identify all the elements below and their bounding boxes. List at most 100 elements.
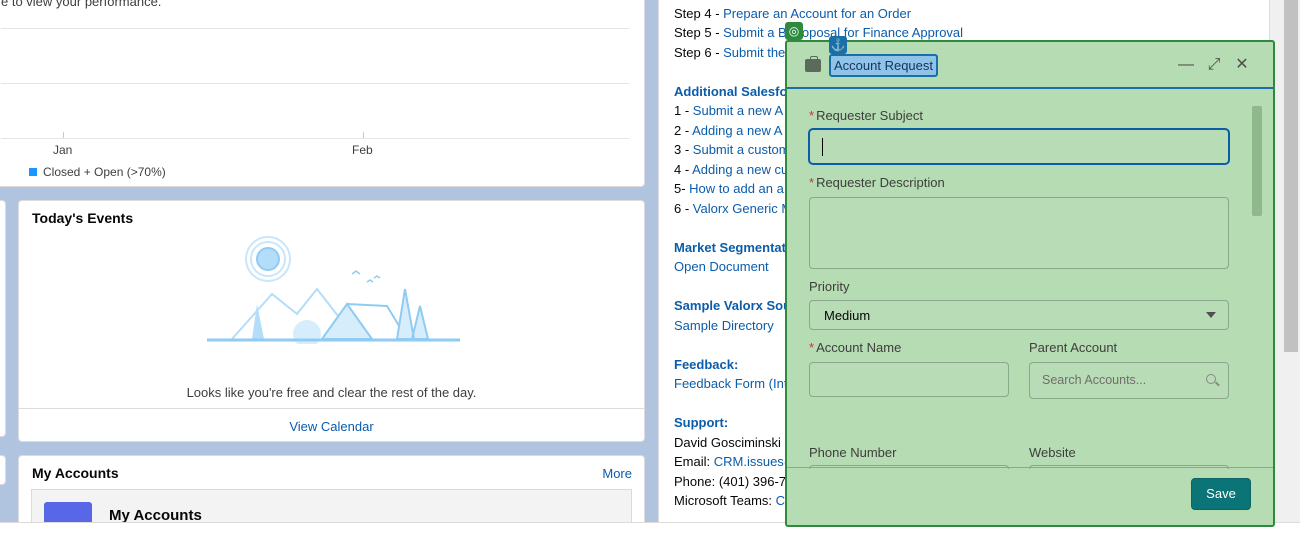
parent-account-placeholder: Search Accounts... — [1042, 373, 1147, 387]
events-empty-message: Looks like you're free and clear the res… — [186, 385, 477, 400]
chart-x-tick — [363, 132, 364, 138]
additional-link-1[interactable]: Submit a new A — [693, 103, 783, 118]
additional-link-2[interactable]: Adding a new A — [692, 123, 782, 138]
minimize-icon[interactable]: — — [1177, 56, 1195, 74]
support-email-line: Email: CRM.issues@ — [674, 454, 797, 469]
parent-account-search[interactable]: Search Accounts... — [1029, 362, 1229, 399]
anchor-icon: ⚓ — [829, 36, 847, 54]
expand-icon[interactable]: ⤢ — [1205, 56, 1223, 74]
item-prefix: 4 - — [674, 162, 693, 177]
chart-gridline — [1, 83, 629, 84]
priority-label: Priority — [809, 279, 850, 294]
additional-link-3[interactable]: Submit a custom — [693, 142, 790, 157]
email-label: Email: — [674, 454, 714, 469]
teams-label: Microsoft Teams: — [674, 493, 776, 508]
step-prefix: Step 6 - — [674, 45, 724, 60]
modal-scrollbar-thumb[interactable] — [1252, 106, 1262, 216]
support-teams-line: Microsoft Teams: Co — [674, 493, 792, 508]
item-prefix: 6 - — [674, 201, 693, 216]
chart-x-tick — [63, 132, 64, 138]
chart-x-label-feb: Feb — [352, 143, 373, 157]
save-button[interactable]: Save — [1191, 478, 1251, 510]
item-prefix: 3 - — [674, 142, 693, 157]
view-calendar-link[interactable]: View Calendar — [289, 419, 373, 434]
step-6-line: Step 6 - Submit the — [674, 45, 785, 60]
step-prefix: Step 5 - — [674, 25, 724, 40]
additional-item: 3 - Submit a custom — [674, 142, 790, 157]
requester-description-textarea[interactable] — [809, 197, 1229, 269]
todays-events-card: Today's Events Looks like you're free an… — [18, 200, 645, 442]
chart-gridline — [1, 28, 629, 29]
legend-label: Closed + Open (>70%) — [43, 165, 166, 179]
additional-link-4[interactable]: Adding a new cu — [692, 162, 788, 177]
close-icon[interactable]: ✕ — [1233, 56, 1251, 74]
phone-number-label: Phone Number — [809, 445, 897, 460]
label-text: Account Name — [816, 340, 902, 355]
open-document-link[interactable]: Open Document — [674, 259, 769, 274]
item-prefix: 5- — [674, 181, 690, 196]
chart-subtitle: e to view your performance. — [1, 0, 162, 9]
additional-item: 1 - Submit a new A — [674, 103, 783, 118]
support-name: David Gosciminski — [674, 435, 781, 450]
partial-card-left — [0, 200, 6, 437]
sample-directory-link[interactable]: Sample Directory — [674, 318, 774, 333]
additional-item: 2 - Adding a new A — [674, 123, 782, 138]
modal-title: Account Request — [829, 54, 939, 77]
chart-x-label-jan: Jan — [53, 143, 73, 157]
target-icon: ◎ — [785, 22, 803, 40]
chart-legend: Closed + Open (>70%) — [29, 165, 166, 179]
chart-axis — [1, 138, 629, 139]
label-text: Requester Description — [816, 175, 945, 190]
label-text: Requester Subject — [816, 108, 924, 123]
feedback-heading: Feedback: — [674, 357, 739, 372]
events-footer: View Calendar — [19, 408, 644, 441]
step-6-link[interactable]: Submit the — [723, 45, 785, 60]
feedback-form-link[interactable]: Feedback Form (Int — [674, 376, 787, 391]
priority-select[interactable]: Medium — [809, 300, 1229, 330]
requester-subject-input[interactable] — [809, 129, 1229, 164]
account-name-input[interactable] — [809, 362, 1009, 397]
website-label: Website — [1029, 445, 1076, 460]
step-prefix: Step 4 - — [674, 6, 724, 21]
additional-item: 4 - Adding a new cu — [674, 162, 788, 177]
briefcase-icon — [805, 56, 821, 72]
priority-value: Medium — [824, 308, 871, 323]
requester-subject-label: * Requester Subject — [809, 108, 923, 123]
modal-scrollbar[interactable] — [1250, 91, 1264, 469]
account-request-modal: Account Request — ⤢ ✕ * Requester Subject… — [785, 40, 1275, 527]
required-mark: * — [809, 175, 815, 190]
text-cursor — [822, 138, 823, 156]
market-heading: Market Segmentat — [674, 240, 786, 255]
additional-heading: Additional Salesfo — [674, 84, 788, 99]
performance-chart-card: e to view your performance. Jan Feb Clos… — [0, 0, 645, 187]
accounts-title: My Accounts — [32, 465, 119, 481]
step-4-line: Step 4 - Prepare an Account for an Order — [674, 6, 911, 21]
parent-account-label: Parent Account — [1029, 340, 1118, 355]
camping-illustration — [207, 236, 460, 344]
required-mark: * — [809, 108, 815, 123]
item-prefix: 1 - — [674, 103, 693, 118]
search-icon — [1206, 374, 1216, 384]
chevron-down-icon — [1206, 312, 1216, 318]
modal-body: * Requester Subject * Requester Descriptio… — [787, 91, 1273, 469]
item-prefix: 2 - — [674, 123, 693, 138]
additional-item: 5- How to add an a — [674, 181, 784, 196]
legend-swatch — [29, 168, 37, 176]
requester-description-label: * Requester Description — [809, 175, 945, 190]
step-4-link[interactable]: Prepare an Account for an Order — [723, 6, 911, 21]
additional-link-5[interactable]: How to add an a — [689, 181, 784, 196]
modal-header: Account Request — ⤢ ✕ — [787, 42, 1273, 89]
accounts-more-link[interactable]: More — [602, 466, 632, 481]
additional-link-6[interactable]: Valorx Generic M — [693, 201, 792, 216]
partial-card-left — [0, 455, 6, 485]
events-title: Today's Events — [32, 210, 134, 226]
additional-item: 6 - Valorx Generic M — [674, 201, 792, 216]
required-mark: * — [809, 340, 815, 355]
modal-footer: Save — [787, 467, 1273, 525]
support-heading: Support: — [674, 415, 729, 430]
page-scrollbar-thumb[interactable] — [1284, 0, 1298, 352]
sample-heading: Sample Valorx Sou — [674, 298, 792, 313]
account-name-label: * Account Name — [809, 340, 901, 355]
support-phone: Phone: (401) 396-79 — [674, 474, 794, 489]
step-5-line: Step 5 - Submit a B...roposal for Financ… — [674, 25, 963, 40]
